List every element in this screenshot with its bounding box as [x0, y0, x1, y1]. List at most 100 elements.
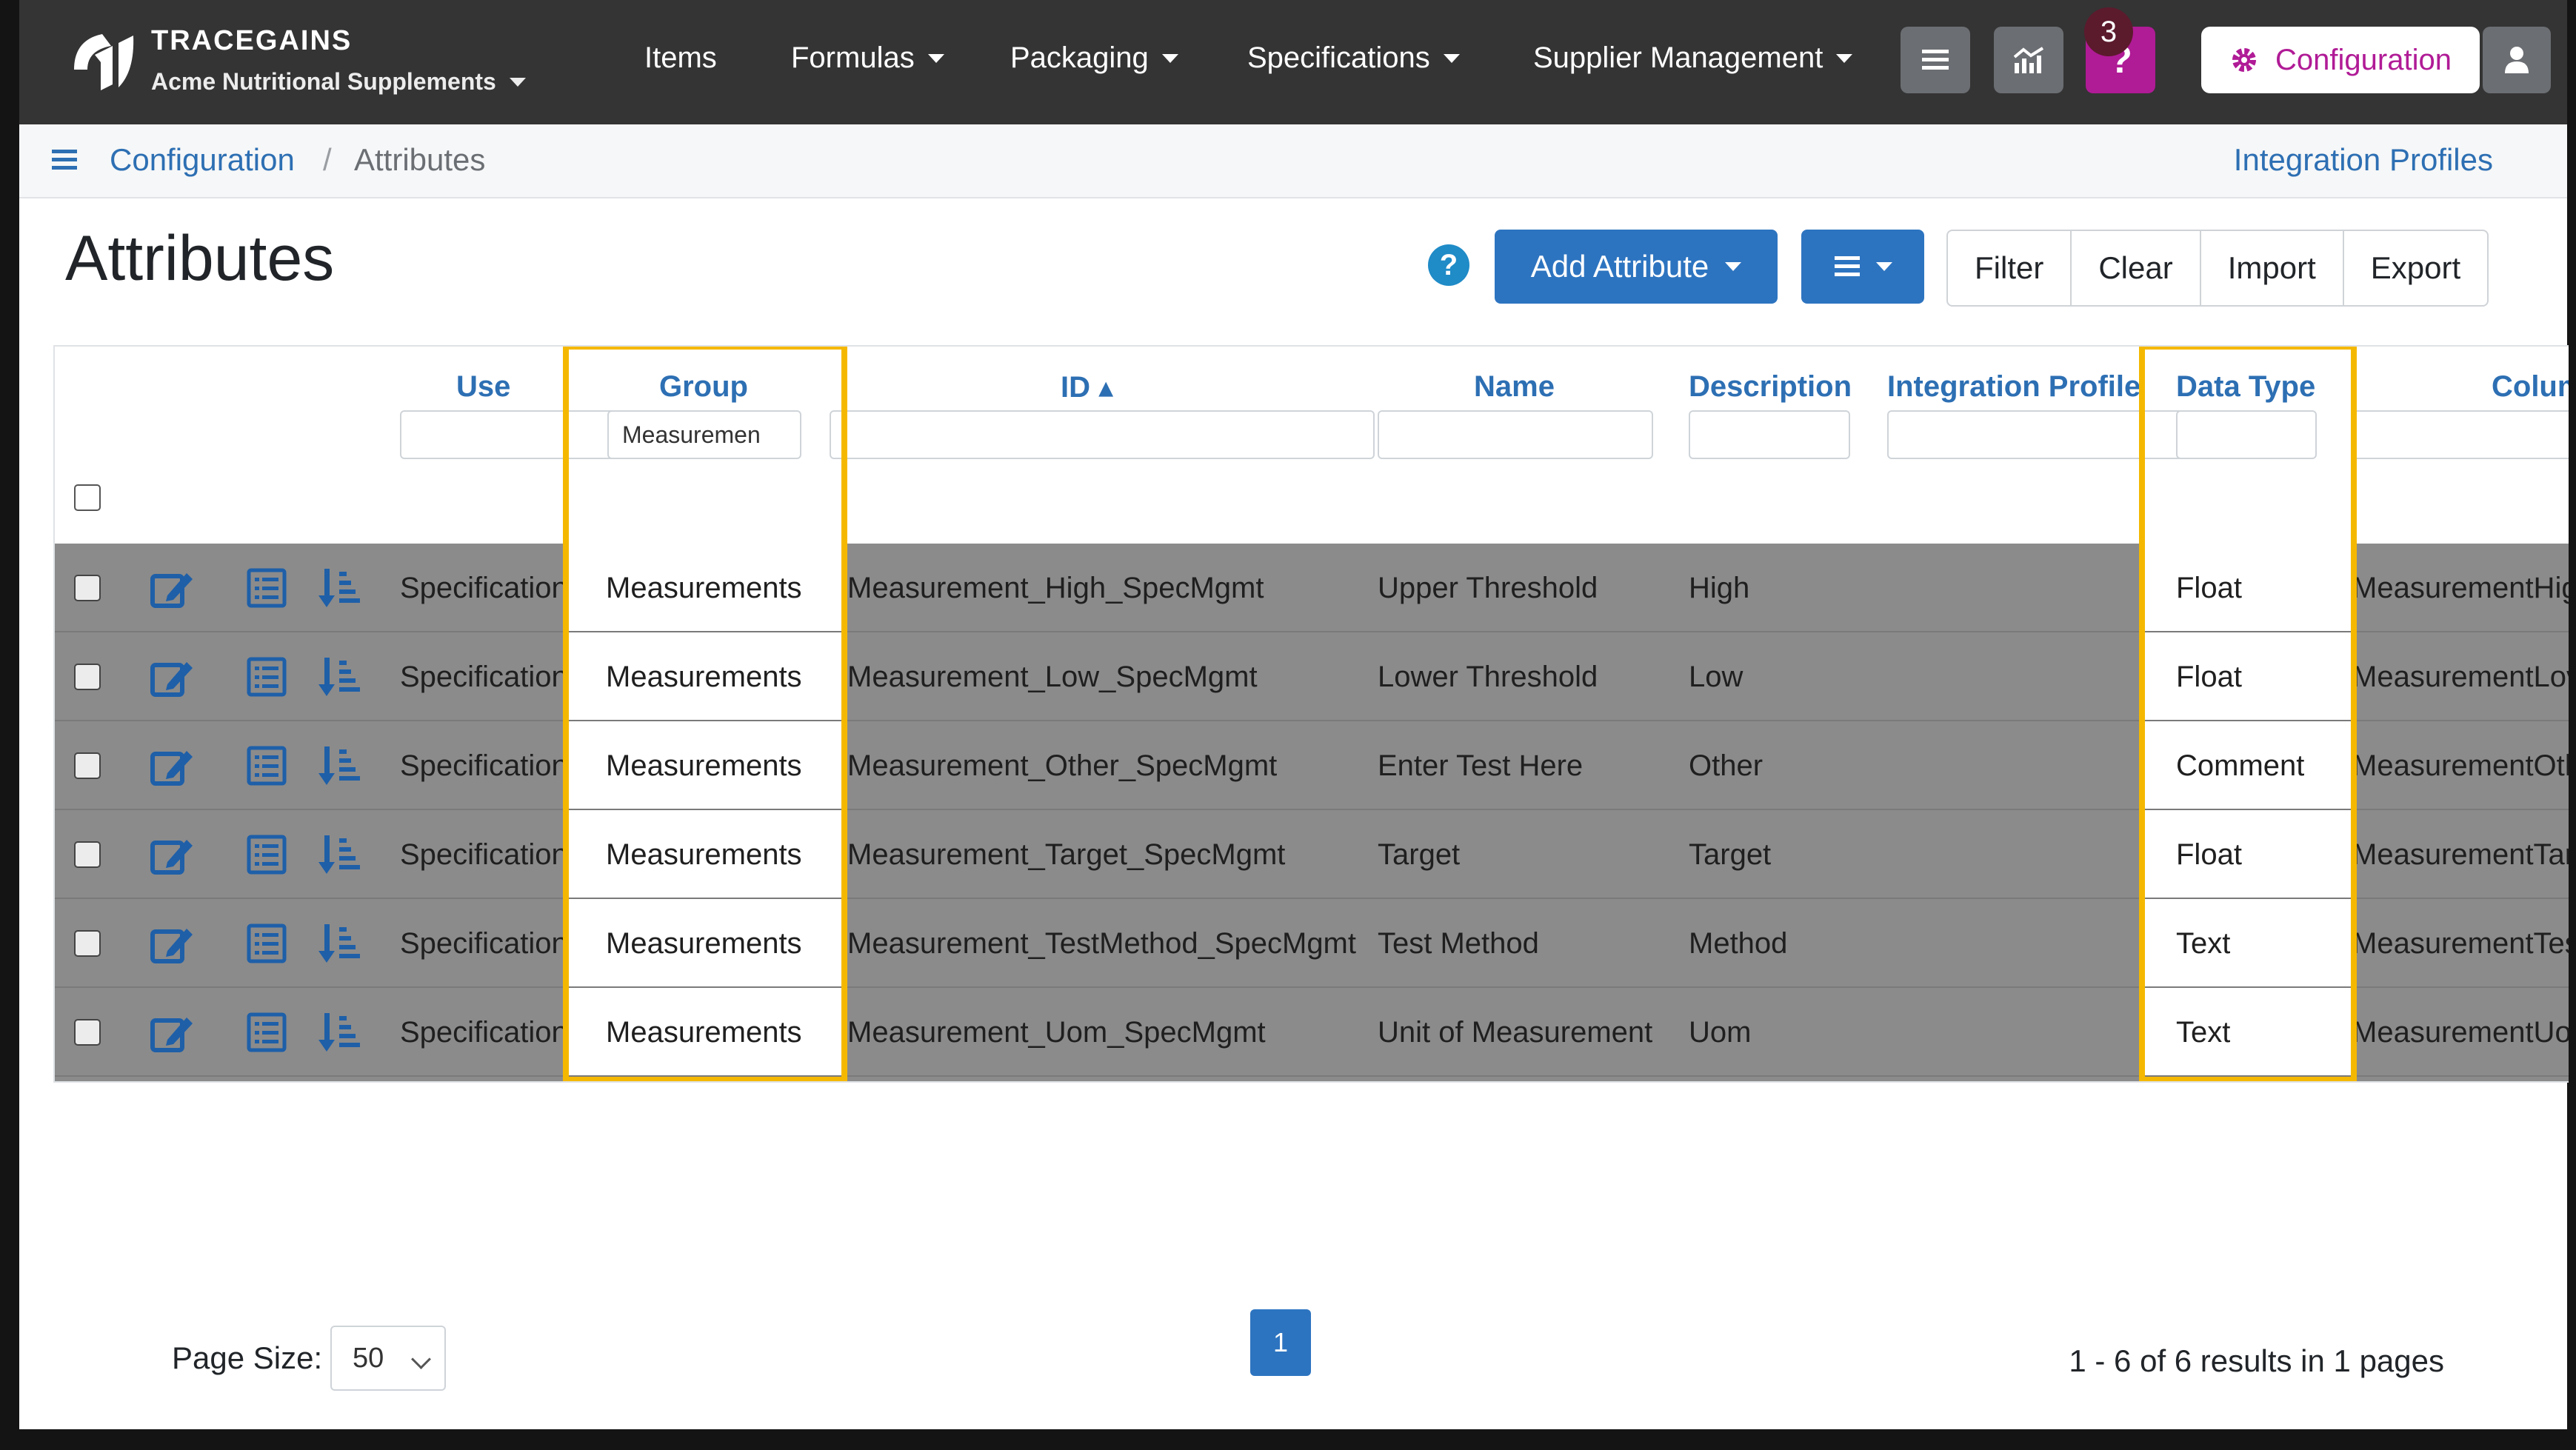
cell-id[interactable]: Measurement_TestMethod_SpecMgmt	[847, 927, 1378, 960]
details-list-icon[interactable]	[243, 1010, 290, 1055]
add-attribute-button[interactable]: Add Attribute	[1495, 230, 1778, 304]
cell-id[interactable]: Measurement_Low_SpecMgmt	[847, 661, 1378, 694]
pagination-page-1[interactable]: 1	[1250, 1309, 1311, 1376]
nav-items[interactable]: Items	[644, 41, 717, 75]
column-header-id[interactable]: ID ▴	[1061, 370, 1113, 404]
page-title: Attributes	[65, 223, 335, 294]
cell-id[interactable]: Measurement_High_SpecMgmt	[847, 572, 1378, 605]
nav-specifications-label: Specifications	[1247, 41, 1430, 74]
export-button[interactable]: Export	[2344, 231, 2487, 305]
cell-use: Specification	[400, 927, 563, 960]
nav-formulas[interactable]: Formulas	[791, 41, 944, 75]
cell-id[interactable]: Measurement_Other_SpecMgmt	[847, 749, 1378, 783]
user-menu-button[interactable]	[2483, 27, 2551, 93]
cell-use: Specification	[400, 661, 563, 693]
edit-icon[interactable]	[148, 744, 196, 788]
cell-use: Specification	[400, 572, 563, 604]
list-icon	[1922, 50, 1949, 70]
nav-items-label: Items	[644, 41, 717, 74]
sort-order-icon[interactable]	[317, 566, 364, 610]
cell-column: MeasurementTar	[2352, 838, 2569, 871]
details-list-icon[interactable]	[243, 921, 290, 966]
integration-profile-filter-input[interactable]	[1887, 410, 2183, 459]
details-list-icon[interactable]	[243, 655, 290, 699]
sort-order-icon[interactable]	[317, 744, 364, 788]
id-filter-input[interactable]	[830, 410, 1375, 459]
cell-data-type: Comment	[2176, 749, 2305, 782]
column-menu-button[interactable]	[1801, 230, 1924, 304]
table-row[interactable]: Specification Measurements Measurement_L…	[55, 632, 2569, 721]
sort-order-icon[interactable]	[317, 921, 364, 966]
details-list-icon[interactable]	[243, 566, 290, 610]
table-row[interactable]: Specification Measurements Measurement_O…	[55, 721, 2569, 810]
import-button[interactable]: Import	[2201, 231, 2344, 305]
row-checkbox[interactable]	[74, 930, 101, 957]
sort-order-icon[interactable]	[317, 832, 364, 877]
cell-data-type: Text	[2176, 927, 2231, 960]
table-row[interactable]: Specification Measurements Measurement_T…	[55, 810, 2569, 899]
column-header-group[interactable]: Group	[659, 370, 748, 404]
sort-order-icon[interactable]	[317, 655, 364, 699]
page-size-select[interactable]: 50	[330, 1326, 446, 1391]
description-filter-input[interactable]	[1689, 410, 1850, 459]
edit-icon[interactable]	[148, 832, 196, 877]
details-list-icon[interactable]	[243, 832, 290, 877]
nav-formulas-label: Formulas	[791, 41, 915, 74]
column-header-integration-profile[interactable]: Integration Profile	[1887, 370, 2140, 404]
table-row[interactable]: Specification Measurements Measurement_U…	[55, 988, 2569, 1077]
cell-id[interactable]: Measurement_Uom_SpecMgmt	[847, 1016, 1378, 1049]
filter-button[interactable]: Filter	[1948, 231, 2072, 305]
cell-group: Measurements	[606, 1016, 802, 1049]
integration-profiles-link[interactable]: Integration Profiles	[2234, 142, 2493, 178]
analytics-button[interactable]	[1994, 27, 2063, 93]
cell-column: MeasurementOth	[2352, 749, 2569, 782]
company-switcher[interactable]: Acme Nutritional Supplements	[151, 68, 526, 96]
nav-packaging[interactable]: Packaging	[1010, 41, 1178, 75]
name-filter-input[interactable]	[1378, 410, 1653, 459]
configuration-button[interactable]: Configuration	[2201, 27, 2480, 93]
row-checkbox[interactable]	[74, 575, 101, 601]
edit-icon[interactable]	[148, 566, 196, 610]
breadcrumb-configuration-link[interactable]: Configuration	[110, 142, 295, 178]
row-checkbox[interactable]	[74, 1019, 101, 1046]
table-actions-group: Filter Clear Import Export	[1946, 230, 2489, 307]
tracegains-logo-icon[interactable]	[67, 25, 141, 93]
column-header-description[interactable]: Description	[1689, 370, 1852, 404]
column-header-data-type[interactable]: Data Type	[2176, 370, 2315, 404]
clear-button[interactable]: Clear	[2072, 231, 2201, 305]
column-header-use[interactable]: Use	[456, 370, 510, 404]
edit-icon[interactable]	[148, 921, 196, 966]
data-type-filter-input[interactable]	[2176, 410, 2317, 459]
cell-data-type: Float	[2176, 661, 2242, 693]
column-header-name[interactable]: Name	[1474, 370, 1555, 404]
select-all-checkbox[interactable]	[74, 484, 101, 511]
nav-specifications[interactable]: Specifications	[1247, 41, 1460, 75]
hamburger-menu-icon[interactable]	[50, 145, 80, 175]
row-checkbox[interactable]	[74, 841, 101, 868]
cell-data-type: Float	[2176, 838, 2242, 871]
column-filter-input[interactable]	[2352, 410, 2569, 459]
details-list-icon[interactable]	[243, 744, 290, 788]
sort-order-icon[interactable]	[317, 1010, 364, 1055]
help-circle-icon[interactable]: ?	[1428, 244, 1469, 286]
cell-group: Measurements	[606, 838, 802, 871]
row-checkbox[interactable]	[74, 752, 101, 779]
group-filter-input[interactable]: Measuremen	[607, 410, 801, 459]
chevron-down-icon	[1876, 262, 1892, 271]
cell-column: MeasurementHig	[2352, 572, 2569, 604]
chevron-down-icon	[1443, 53, 1460, 63]
edit-icon[interactable]	[148, 1010, 196, 1055]
edit-icon[interactable]	[148, 655, 196, 699]
list-menu-button[interactable]	[1901, 27, 1970, 93]
window-frame-left	[0, 0, 19, 1450]
row-checkbox[interactable]	[74, 664, 101, 690]
cell-id[interactable]: Measurement_Target_SpecMgmt	[847, 838, 1378, 872]
cell-name: Lower Threshold	[1378, 661, 1598, 693]
table-row[interactable]: Specification Measurements Measurement_H…	[55, 544, 2569, 632]
cell-description: Uom	[1689, 1016, 1752, 1049]
nav-supplier-management[interactable]: Supplier Management	[1533, 41, 1853, 75]
column-header-column[interactable]: Colum	[2492, 370, 2569, 404]
table-row[interactable]: Specification Measurements Measurement_T…	[55, 899, 2569, 988]
use-filter-input[interactable]	[400, 410, 622, 459]
cell-data-type: Float	[2176, 572, 2242, 604]
